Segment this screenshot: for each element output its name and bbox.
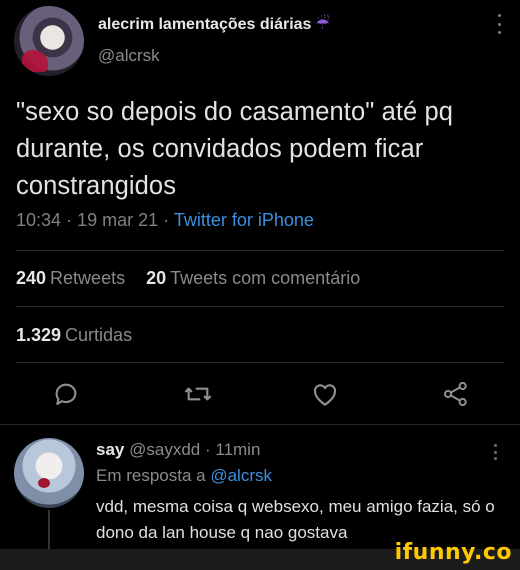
divider (16, 250, 504, 251)
tweet-source-link[interactable]: Twitter for iPhone (174, 210, 314, 230)
umbrella-icon: ☔ (315, 16, 330, 33)
divider (16, 306, 504, 307)
retweets-count: 240 (16, 268, 47, 288)
retweet-stats: 240 Retweets 20 Tweets com comentário (16, 268, 360, 289)
ifunny-logo: ifunny.co (394, 540, 512, 565)
quotes-link[interactable]: 20 Tweets com comentário (146, 268, 360, 288)
divider (16, 362, 504, 363)
tweet-actions (0, 378, 520, 414)
quotes-count: 20 (146, 268, 167, 288)
replying-to: Em resposta a @alcrsk (96, 466, 272, 486)
author-display-name[interactable]: alecrim lamentações diárias ☔ (98, 14, 330, 34)
quotes-label: Tweets com comentário (170, 268, 361, 288)
tweet-time: 10:34 (16, 210, 62, 230)
tweet-text: "sexo so depois do casamento" até pq dur… (16, 98, 454, 200)
more-options-icon[interactable] (496, 14, 502, 34)
reply-separator: · (204, 440, 211, 459)
likes-label: Curtidas (65, 325, 133, 345)
author-handle[interactable]: @alcrsk (98, 46, 160, 66)
likes-link[interactable]: 1.329 Curtidas (16, 325, 132, 346)
reply-display-name[interactable]: say (96, 440, 124, 459)
author-name-text: alecrim lamentações diárias (98, 16, 312, 33)
retweet-icon[interactable] (182, 378, 214, 410)
reply-tweet[interactable]: say @sayxdd · 11min Em resposta a @alcrs… (0, 424, 520, 550)
meta-separator: · (66, 210, 73, 230)
reply-icon[interactable] (50, 378, 82, 410)
replying-to-handle[interactable]: @alcrsk (210, 466, 272, 485)
replying-to-label: Em resposta a (96, 466, 206, 485)
share-icon[interactable] (440, 378, 472, 410)
likes-count: 1.329 (16, 325, 62, 345)
retweets-link[interactable]: 240 Retweets (16, 268, 125, 288)
more-options-icon[interactable] (492, 444, 498, 460)
tweet-date: 19 mar 21 (77, 210, 159, 230)
retweets-label: Retweets (50, 268, 126, 288)
reply-time: 11min (215, 440, 261, 459)
meta-separator: · (163, 210, 170, 230)
reply-text: vdd, mesma coisa q websexo, meu amigo fa… (96, 497, 495, 542)
reply-handle[interactable]: @sayxdd (129, 440, 200, 459)
author-avatar[interactable] (14, 6, 84, 76)
reply-header: say @sayxdd · 11min (96, 440, 260, 460)
thread-line (48, 510, 50, 550)
tweet-meta: 10:34 · 19 mar 21 · Twitter for iPhone (16, 210, 314, 231)
like-icon[interactable] (309, 378, 341, 410)
reply-avatar[interactable] (14, 438, 84, 508)
